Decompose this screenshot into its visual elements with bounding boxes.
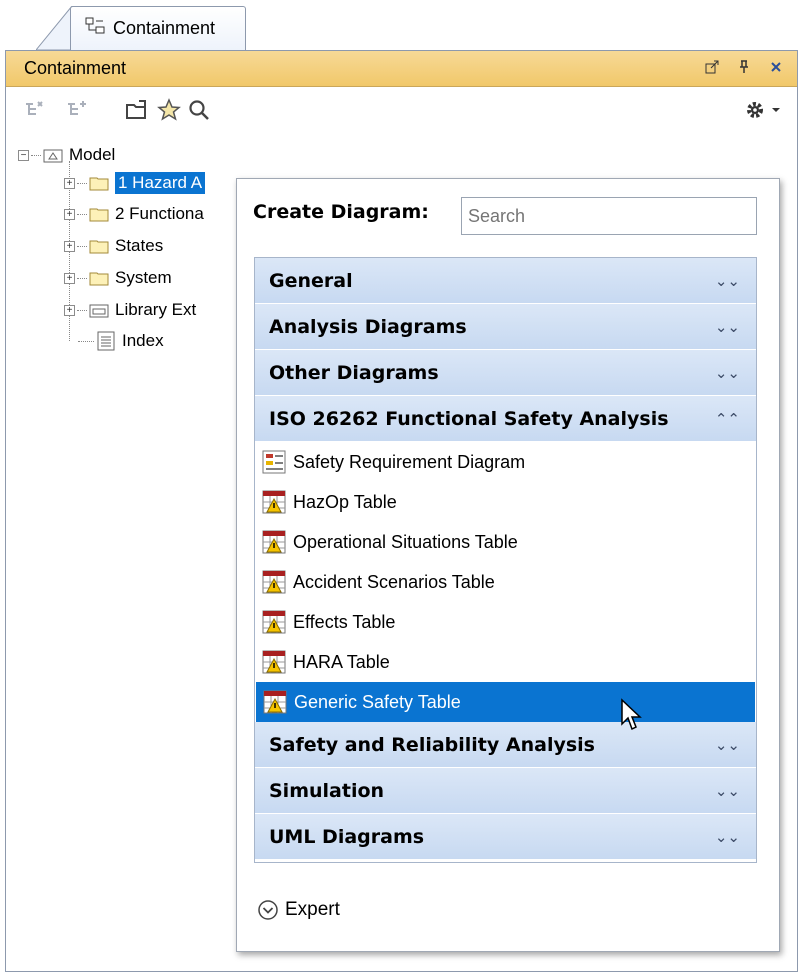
group-label: Simulation xyxy=(269,779,385,802)
tree-row-hazard-analysis[interactable]: + 1 Hazard A xyxy=(64,169,206,197)
tab-strip: Containment xyxy=(0,0,798,50)
item-generic-safety-table[interactable]: Generic Safety Table xyxy=(256,682,755,722)
item-hazop-table[interactable]: HazOp Table xyxy=(255,482,756,522)
document-icon xyxy=(97,331,115,351)
item-accident-scenarios-table[interactable]: Accident Scenarios Table xyxy=(255,562,756,602)
tree-label: 1 Hazard A xyxy=(115,172,206,194)
group-analysis-diagrams[interactable]: Analysis Diagrams ⌄⌄ xyxy=(255,304,756,350)
group-label: UML Diagrams xyxy=(269,825,425,848)
search-input[interactable] xyxy=(461,197,757,235)
tree-label: Index xyxy=(122,331,164,350)
tree-row-index[interactable]: Index xyxy=(78,327,164,355)
group-safety-reliability[interactable]: Safety and Reliability Analysis ⌄⌄ xyxy=(255,722,756,768)
folder-icon xyxy=(89,272,109,286)
settings-dropdown-icon[interactable] xyxy=(768,97,784,123)
undock-icon[interactable] xyxy=(703,58,721,76)
tree-row-states[interactable]: + States xyxy=(64,232,163,260)
expand-toggle-icon[interactable]: + xyxy=(64,177,75,189)
expand-chevron-icon[interactable]: ⌄⌄ xyxy=(715,782,740,800)
favorites-star-icon[interactable] xyxy=(156,97,182,123)
safety-table-icon xyxy=(262,490,286,514)
expand-toggle-icon[interactable]: + xyxy=(64,304,75,316)
expert-mode-toggle[interactable]: Expert xyxy=(257,899,340,921)
folder-icon xyxy=(89,208,109,222)
group-general[interactable]: General ⌄⌄ xyxy=(255,258,756,304)
item-label: Safety Requirement Diagram xyxy=(293,451,526,472)
containment-tree-icon xyxy=(85,17,105,40)
tree-row-library[interactable]: + Library Ext xyxy=(64,296,196,324)
expand-chevron-icon[interactable]: ⌄⌄ xyxy=(715,364,740,382)
collapse-toggle-icon[interactable]: − xyxy=(18,149,29,161)
panel-title: Containment xyxy=(24,58,127,78)
tree-row-model[interactable]: − Model xyxy=(18,141,115,169)
folder-icon xyxy=(89,240,109,254)
search-icon[interactable] xyxy=(186,97,212,123)
group-simulation[interactable]: Simulation ⌄⌄ xyxy=(255,768,756,814)
tree-label: System xyxy=(115,268,172,287)
item-effects-table[interactable]: Effects Table xyxy=(255,602,756,642)
group-other-diagrams[interactable]: Other Diagrams ⌄⌄ xyxy=(255,350,756,396)
tree-label: 2 Functiona xyxy=(115,204,204,223)
item-hara-table[interactable]: HARA Table xyxy=(255,642,756,682)
chevron-down-circle-icon xyxy=(258,900,278,920)
group-iso-26262[interactable]: ISO 26262 Functional Safety Analysis ⌃⌃ xyxy=(255,396,756,442)
tab-containment[interactable]: Containment xyxy=(70,6,246,50)
expand-chevron-icon[interactable]: ⌄⌄ xyxy=(715,736,740,754)
expert-label: Expert xyxy=(285,899,340,920)
collapse-chevron-icon[interactable]: ⌃⌃ xyxy=(715,410,740,428)
expand-toggle-icon[interactable]: + xyxy=(64,240,75,252)
mouse-pointer-icon xyxy=(621,698,642,731)
item-operational-situations-table[interactable]: Operational Situations Table xyxy=(255,522,756,562)
item-label: HARA Table xyxy=(293,651,390,672)
settings-gear-icon[interactable] xyxy=(742,97,768,123)
toolbar xyxy=(6,87,797,133)
item-safety-requirement-diagram[interactable]: Safety Requirement Diagram xyxy=(255,442,756,482)
item-label: Accident Scenarios Table xyxy=(293,571,495,592)
requirement-diagram-icon xyxy=(262,450,286,474)
safety-table-icon xyxy=(262,530,286,554)
safety-table-icon xyxy=(262,650,286,674)
group-label: Other Diagrams xyxy=(269,361,439,384)
group-label: Safety and Reliability Analysis xyxy=(269,733,595,756)
expand-toggle-icon[interactable]: + xyxy=(64,208,75,220)
close-icon[interactable] xyxy=(767,58,785,76)
group-label: Analysis Diagrams xyxy=(269,315,467,338)
library-package-icon xyxy=(89,304,109,318)
group-label: General xyxy=(269,269,353,292)
collapse-all-icon[interactable] xyxy=(22,97,48,123)
diagram-type-list: General ⌄⌄ Analysis Diagrams ⌄⌄ Other Di… xyxy=(254,257,757,863)
item-label: Operational Situations Table xyxy=(293,531,518,552)
group-uml-diagrams[interactable]: UML Diagrams ⌄⌄ xyxy=(255,814,756,860)
tree-label-model: Model xyxy=(69,145,116,164)
safety-table-icon xyxy=(262,570,286,594)
tab-label: Containment xyxy=(113,18,216,38)
item-label: Effects Table xyxy=(293,611,396,632)
expand-toggle-icon[interactable]: + xyxy=(64,272,75,284)
folder-icon xyxy=(89,177,109,191)
create-diagram-popup: Create Diagram: General ⌄⌄ Analysis Diag… xyxy=(236,178,780,952)
safety-table-icon xyxy=(263,690,287,714)
tree-label: States xyxy=(115,236,164,255)
expand-chevron-icon[interactable]: ⌄⌄ xyxy=(715,318,740,336)
open-folder-icon[interactable] xyxy=(124,97,150,123)
safety-table-icon xyxy=(262,610,286,634)
group-label: ISO 26262 Functional Safety Analysis xyxy=(269,407,669,430)
tree-row-functional[interactable]: + 2 Functiona xyxy=(64,200,204,228)
expand-chevron-icon[interactable]: ⌄⌄ xyxy=(715,272,740,290)
tree-label: Library Ext xyxy=(115,300,197,319)
panel-header: Containment xyxy=(6,51,797,87)
expand-chevron-icon[interactable]: ⌄⌄ xyxy=(715,828,740,846)
tree-row-system[interactable]: + System xyxy=(64,264,172,292)
expand-all-icon[interactable] xyxy=(64,97,90,123)
model-package-icon xyxy=(43,149,63,163)
popup-title: Create Diagram: xyxy=(253,201,429,223)
item-label: HazOp Table xyxy=(293,491,397,512)
item-label: Generic Safety Table xyxy=(294,691,461,712)
pin-icon[interactable] xyxy=(735,58,753,76)
